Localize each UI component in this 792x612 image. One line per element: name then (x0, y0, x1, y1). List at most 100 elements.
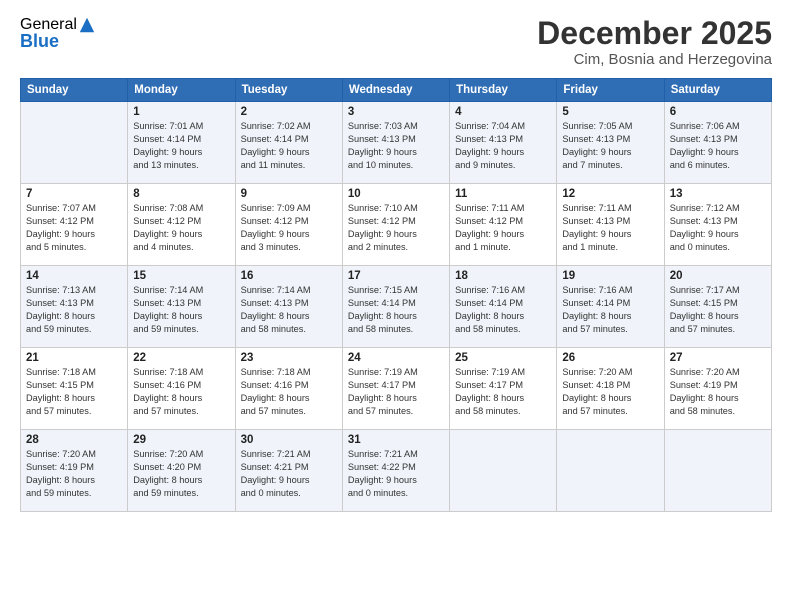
calendar-week-row: 21Sunrise: 7:18 AMSunset: 4:15 PMDayligh… (21, 348, 772, 430)
logo-blue: Blue (20, 32, 59, 50)
calendar-week-row: 1 Sunrise: 7:01 AMSunset: 4:14 PMDaylight… (21, 102, 772, 184)
calendar-cell: 17 Sunrise: 7:15 AMSunset: 4:14 PMDayligh… (342, 266, 449, 348)
day-info: Sunrise: 7:20 AMSunset: 4:19 PMDaylight:… (26, 448, 122, 500)
day-number: 6 (670, 106, 766, 118)
day-number: 17 (348, 270, 444, 282)
day-header-friday: Friday (557, 79, 664, 102)
day-number: 31 (348, 434, 444, 446)
calendar-cell: 29 Sunrise: 7:20 AMSunset: 4:20 PMDayligh… (128, 430, 235, 512)
day-header-saturday: Saturday (664, 79, 771, 102)
day-info: Sunrise: 7:15 AMSunset: 4:14 PMDaylight:… (348, 284, 444, 336)
day-header-monday: Monday (128, 79, 235, 102)
calendar-cell: 13Sunrise: 7:12 AMSunset: 4:13 PMDayligh… (664, 184, 771, 266)
calendar-cell: 28 Sunrise: 7:20 AMSunset: 4:19 PMDayligh… (21, 430, 128, 512)
calendar-cell: 9Sunrise: 7:09 AMSunset: 4:12 PMDaylight… (235, 184, 342, 266)
day-info: Sunrise: 7:12 AMSunset: 4:13 PMDaylight:… (670, 202, 766, 254)
calendar-week-row: 14 Sunrise: 7:13 AMSunset: 4:13 PMDayligh… (21, 266, 772, 348)
calendar-cell: 7Sunrise: 7:07 AMSunset: 4:12 PMDaylight… (21, 184, 128, 266)
day-info: Sunrise: 7:11 AMSunset: 4:13 PMDaylight:… (562, 202, 658, 254)
day-number: 2 (241, 106, 337, 118)
day-header-thursday: Thursday (450, 79, 557, 102)
calendar-week-row: 28 Sunrise: 7:20 AMSunset: 4:19 PMDayligh… (21, 430, 772, 512)
day-info: Sunrise: 7:18 AMSunset: 4:16 PMDaylight:… (241, 366, 337, 418)
calendar-cell: 20 Sunrise: 7:17 AMSunset: 4:15 PMDayligh… (664, 266, 771, 348)
day-number: 23 (241, 352, 337, 364)
day-number: 20 (670, 270, 766, 282)
calendar-cell: 14 Sunrise: 7:13 AMSunset: 4:13 PMDayligh… (21, 266, 128, 348)
page: General Blue December 2025 Cim, Bosnia a… (0, 0, 792, 612)
calendar-cell: 6 Sunrise: 7:06 AMSunset: 4:13 PMDaylight… (664, 102, 771, 184)
day-number: 1 (133, 106, 229, 118)
day-number: 24 (348, 352, 444, 364)
calendar-cell: 2 Sunrise: 7:02 AMSunset: 4:14 PMDaylight… (235, 102, 342, 184)
calendar-cell (21, 102, 128, 184)
header: General Blue December 2025 Cim, Bosnia a… (20, 16, 772, 68)
calendar-cell: 11 Sunrise: 7:11 AMSunset: 4:12 PMDayligh… (450, 184, 557, 266)
day-number: 22 (133, 352, 229, 364)
day-info: Sunrise: 7:05 AMSunset: 4:13 PMDaylight:… (562, 120, 658, 172)
day-info: Sunrise: 7:18 AMSunset: 4:16 PMDaylight:… (133, 366, 229, 418)
day-info: Sunrise: 7:13 AMSunset: 4:13 PMDaylight:… (26, 284, 122, 336)
day-info: Sunrise: 7:14 AMSunset: 4:13 PMDaylight:… (241, 284, 337, 336)
day-info: Sunrise: 7:01 AMSunset: 4:14 PMDaylight:… (133, 120, 229, 172)
subtitle: Cim, Bosnia and Herzegovina (537, 51, 772, 68)
calendar-cell: 10Sunrise: 7:10 AMSunset: 4:12 PMDayligh… (342, 184, 449, 266)
day-info: Sunrise: 7:20 AMSunset: 4:18 PMDaylight:… (562, 366, 658, 418)
day-info: Sunrise: 7:20 AMSunset: 4:19 PMDaylight:… (670, 366, 766, 418)
day-info: Sunrise: 7:21 AMSunset: 4:21 PMDaylight:… (241, 448, 337, 500)
day-number: 11 (455, 188, 551, 200)
day-number: 29 (133, 434, 229, 446)
day-info: Sunrise: 7:19 AMSunset: 4:17 PMDaylight:… (455, 366, 551, 418)
calendar: SundayMondayTuesdayWednesdayThursdayFrid… (20, 78, 772, 512)
calendar-cell (450, 430, 557, 512)
calendar-cell: 27 Sunrise: 7:20 AMSunset: 4:19 PMDayligh… (664, 348, 771, 430)
day-info: Sunrise: 7:14 AMSunset: 4:13 PMDaylight:… (133, 284, 229, 336)
calendar-cell: 26 Sunrise: 7:20 AMSunset: 4:18 PMDayligh… (557, 348, 664, 430)
day-number: 26 (562, 352, 658, 364)
day-header-tuesday: Tuesday (235, 79, 342, 102)
calendar-cell: 16 Sunrise: 7:14 AMSunset: 4:13 PMDayligh… (235, 266, 342, 348)
day-info: Sunrise: 7:20 AMSunset: 4:20 PMDaylight:… (133, 448, 229, 500)
calendar-cell: 31Sunrise: 7:21 AMSunset: 4:22 PMDayligh… (342, 430, 449, 512)
day-info: Sunrise: 7:02 AMSunset: 4:14 PMDaylight:… (241, 120, 337, 172)
day-info: Sunrise: 7:11 AMSunset: 4:12 PMDaylight:… (455, 202, 551, 254)
day-number: 15 (133, 270, 229, 282)
calendar-cell: 12 Sunrise: 7:11 AMSunset: 4:13 PMDayligh… (557, 184, 664, 266)
day-number: 16 (241, 270, 337, 282)
day-info: Sunrise: 7:04 AMSunset: 4:13 PMDaylight:… (455, 120, 551, 172)
calendar-cell: 18 Sunrise: 7:16 AMSunset: 4:14 PMDayligh… (450, 266, 557, 348)
day-number: 30 (241, 434, 337, 446)
day-info: Sunrise: 7:06 AMSunset: 4:13 PMDaylight:… (670, 120, 766, 172)
day-info: Sunrise: 7:07 AMSunset: 4:12 PMDaylight:… (26, 202, 122, 254)
day-number: 14 (26, 270, 122, 282)
calendar-week-row: 7Sunrise: 7:07 AMSunset: 4:12 PMDaylight… (21, 184, 772, 266)
month-title: December 2025 (537, 16, 772, 51)
day-number: 10 (348, 188, 444, 200)
day-info: Sunrise: 7:16 AMSunset: 4:14 PMDaylight:… (455, 284, 551, 336)
day-number: 8 (133, 188, 229, 200)
day-number: 18 (455, 270, 551, 282)
day-info: Sunrise: 7:16 AMSunset: 4:14 PMDaylight:… (562, 284, 658, 336)
calendar-cell: 1 Sunrise: 7:01 AMSunset: 4:14 PMDaylight… (128, 102, 235, 184)
calendar-cell (557, 430, 664, 512)
day-number: 12 (562, 188, 658, 200)
logo: General Blue (20, 16, 96, 50)
calendar-cell: 24Sunrise: 7:19 AMSunset: 4:17 PMDayligh… (342, 348, 449, 430)
day-number: 27 (670, 352, 766, 364)
day-number: 5 (562, 106, 658, 118)
calendar-cell (664, 430, 771, 512)
day-info: Sunrise: 7:17 AMSunset: 4:15 PMDaylight:… (670, 284, 766, 336)
calendar-cell: 22 Sunrise: 7:18 AMSunset: 4:16 PMDayligh… (128, 348, 235, 430)
calendar-cell: 15 Sunrise: 7:14 AMSunset: 4:13 PMDayligh… (128, 266, 235, 348)
calendar-cell: 19Sunrise: 7:16 AMSunset: 4:14 PMDayligh… (557, 266, 664, 348)
calendar-cell: 25Sunrise: 7:19 AMSunset: 4:17 PMDayligh… (450, 348, 557, 430)
day-number: 4 (455, 106, 551, 118)
title-section: December 2025 Cim, Bosnia and Herzegovin… (537, 16, 772, 68)
day-number: 9 (241, 188, 337, 200)
calendar-cell: 23 Sunrise: 7:18 AMSunset: 4:16 PMDayligh… (235, 348, 342, 430)
day-number: 28 (26, 434, 122, 446)
calendar-cell: 5 Sunrise: 7:05 AMSunset: 4:13 PMDaylight… (557, 102, 664, 184)
calendar-cell: 21Sunrise: 7:18 AMSunset: 4:15 PMDayligh… (21, 348, 128, 430)
calendar-cell: 4 Sunrise: 7:04 AMSunset: 4:13 PMDaylight… (450, 102, 557, 184)
day-info: Sunrise: 7:18 AMSunset: 4:15 PMDaylight:… (26, 366, 122, 418)
